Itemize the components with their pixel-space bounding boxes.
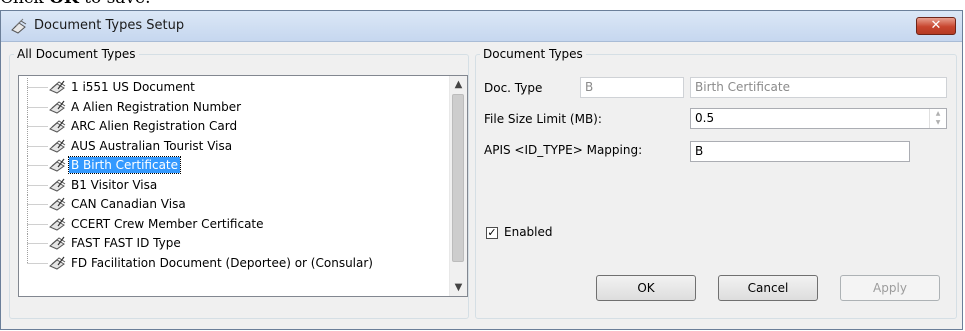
tree-item-label: B Birth Certificate	[67, 156, 182, 174]
tree-scrollbar[interactable]: ▲ ▼	[449, 76, 467, 296]
tree-item[interactable]: AUS Australian Tourist Visa	[19, 136, 459, 156]
document-pen-icon	[49, 178, 66, 192]
apis-mapping-input[interactable]: B	[690, 141, 910, 162]
enabled-checkbox[interactable]: ✓	[486, 227, 498, 239]
ok-button[interactable]: OK	[596, 275, 696, 301]
scroll-thumb[interactable]	[452, 94, 464, 262]
apis-mapping-label: APIS <ID_TYPE> Mapping:	[484, 143, 643, 157]
document-pen-icon	[49, 119, 66, 133]
tree-item-label: A Alien Registration Number	[71, 99, 242, 114]
document-pen-icon	[49, 158, 66, 172]
document-pen-icon	[49, 236, 66, 250]
doc-type-label: Doc. Type	[484, 81, 543, 95]
tree-item-label: CAN Canadian Visa	[71, 197, 186, 211]
all-document-types-legend: All Document Types	[17, 47, 136, 61]
tree-connector	[27, 175, 48, 195]
tree-connector	[27, 117, 48, 136]
file-size-label: File Size Limit (MB):	[484, 112, 602, 126]
cancel-button[interactable]: Cancel	[718, 275, 818, 301]
close-button[interactable]: ✕	[916, 17, 956, 35]
document-types-group: Document Types Doc. Type B Birth Certifi…	[475, 47, 957, 319]
tree-item[interactable]: B Birth Certificate	[19, 156, 459, 175]
file-size-spinner[interactable]: ▲ ▼	[929, 109, 946, 128]
tree-item[interactable]: 1 i551 US Document	[19, 78, 459, 97]
scroll-down-icon[interactable]: ▼	[450, 279, 467, 296]
doc-type-name-field[interactable]: Birth Certificate	[690, 77, 947, 98]
tree-connector	[27, 156, 48, 175]
document-pen-icon	[49, 80, 66, 94]
tree-connector	[27, 97, 48, 117]
tree-item[interactable]: CAN Canadian Visa	[19, 195, 459, 214]
scroll-up-icon[interactable]: ▲	[450, 76, 467, 93]
tree-item-label: B1 Visitor Visa	[71, 177, 158, 192]
document-pen-icon	[49, 256, 66, 270]
document-pen-icon	[49, 217, 66, 231]
document-pen-icon	[49, 139, 66, 153]
tree-item[interactable]: B1 Visitor Visa	[19, 175, 459, 195]
tree-connector	[27, 253, 48, 264]
document-pen-icon	[49, 197, 66, 211]
tree-item[interactable]: A Alien Registration Number	[19, 97, 459, 117]
tree-item[interactable]: FAST FAST ID Type	[19, 234, 459, 253]
tree-item-label: CCERT Crew Member Certificate	[71, 216, 264, 231]
tree-item-label: AUS Australian Tourist Visa	[71, 138, 233, 153]
apply-button[interactable]: Apply	[840, 275, 940, 301]
tree-connector	[27, 78, 48, 97]
document-setup-icon	[11, 18, 27, 34]
instruction-caption: Click OK to save.	[0, 0, 151, 10]
title-bar[interactable]: Document Types Setup ✕	[1, 11, 962, 42]
enabled-label: Enabled	[504, 225, 553, 239]
tree-connector	[27, 136, 48, 156]
all-document-types-group: All Document Types 1 i551 US Document A A…	[9, 47, 469, 319]
document-types-setup-window: Document Types Setup ✕ All Document Type…	[0, 10, 963, 330]
tree-item[interactable]: ARC Alien Registration Card	[19, 117, 459, 136]
document-type-tree[interactable]: 1 i551 US Document A Alien Registration N…	[18, 75, 468, 297]
tree-connector	[27, 234, 48, 253]
tree-item[interactable]: CCERT Crew Member Certificate	[19, 214, 459, 234]
tree-item-label: FAST FAST ID Type	[71, 236, 181, 250]
tree-item-label: ARC Alien Registration Card	[71, 119, 238, 133]
tree-connector	[27, 195, 48, 214]
document-pen-icon	[49, 100, 66, 114]
file-size-input[interactable]: 0.5 ▲ ▼	[690, 108, 947, 129]
tree-item-label: 1 i551 US Document	[71, 80, 195, 94]
doc-type-code-field[interactable]: B	[580, 77, 684, 98]
document-types-legend: Document Types	[483, 47, 583, 61]
tree-item-label: FD Facilitation Document (Deportee) or (…	[71, 255, 373, 270]
tree-connector	[27, 214, 48, 234]
window-title: Document Types Setup	[34, 18, 185, 33]
tree-item[interactable]: FD Facilitation Document (Deportee) or (…	[19, 253, 459, 273]
